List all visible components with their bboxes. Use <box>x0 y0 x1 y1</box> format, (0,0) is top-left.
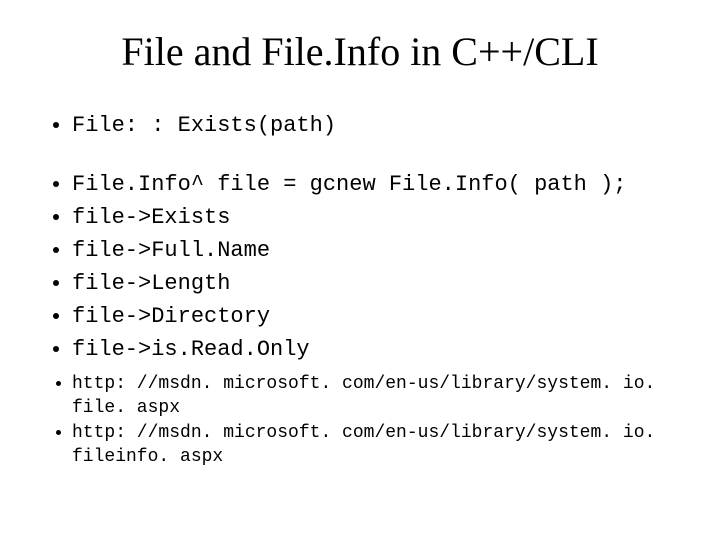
spacer <box>40 142 680 168</box>
bullet-link: http: //msdn. microsoft. com/en-us/libra… <box>72 372 680 421</box>
bullet-item: file->Length <box>72 267 680 300</box>
bullet-list: File: : Exists(path) <box>46 109 680 142</box>
bullet-item: file->is.Read.Only <box>72 333 680 366</box>
bullet-item: file->Directory <box>72 300 680 333</box>
bullet-list: File.Info^ file = gcnew File.Info( path … <box>46 168 680 366</box>
slide-title: File and File.Info in C++/CLI <box>40 28 680 75</box>
bullet-item: File: : Exists(path) <box>72 109 680 142</box>
bullet-item: File.Info^ file = gcnew File.Info( path … <box>72 168 680 201</box>
bullet-link: http: //msdn. microsoft. com/en-us/libra… <box>72 421 680 470</box>
slide: File and File.Info in C++/CLI File: : Ex… <box>0 0 720 540</box>
bullet-item: file->Full.Name <box>72 234 680 267</box>
bullet-item: file->Exists <box>72 201 680 234</box>
bullet-list-links: http: //msdn. microsoft. com/en-us/libra… <box>46 372 680 469</box>
